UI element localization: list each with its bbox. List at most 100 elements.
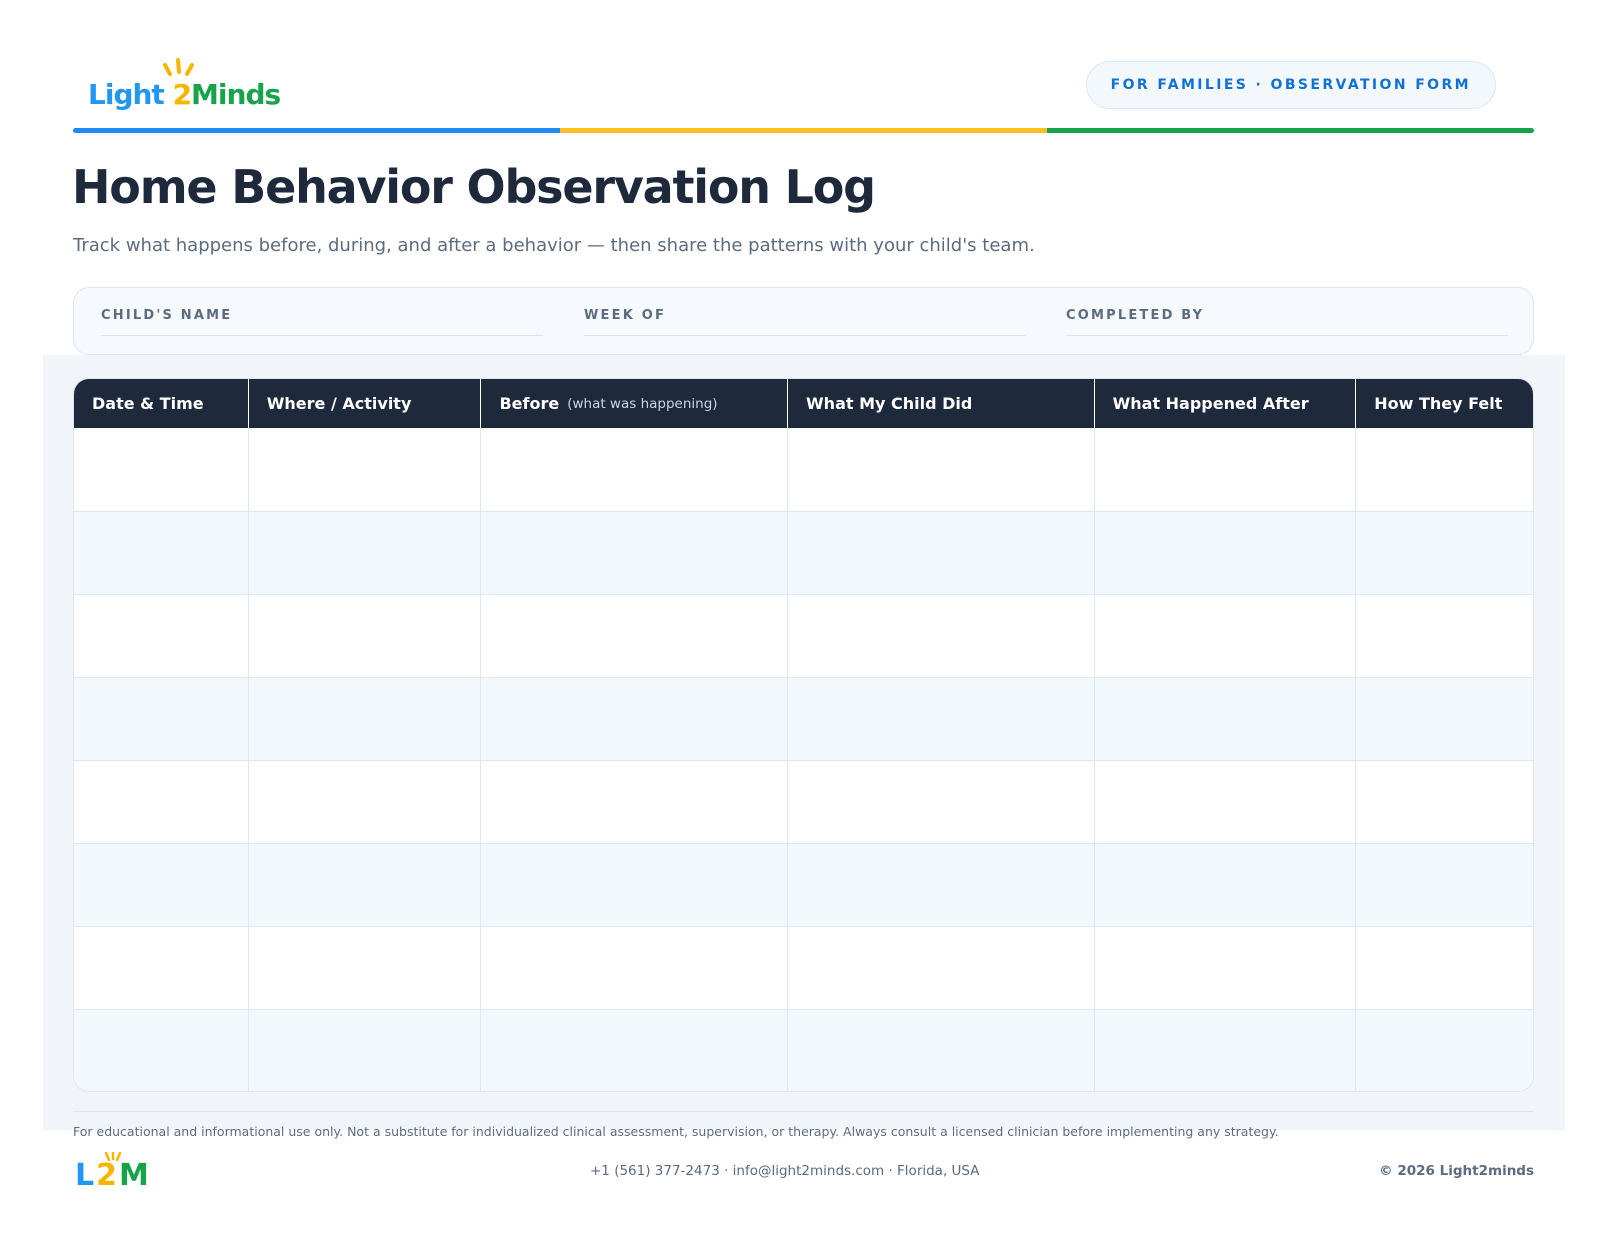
field-underline bbox=[1066, 335, 1508, 336]
field-underline bbox=[584, 335, 1026, 336]
table-cell[interactable] bbox=[788, 927, 1095, 1009]
table-row bbox=[74, 594, 1533, 677]
table-cell[interactable] bbox=[249, 761, 482, 843]
column-header-what-child-did: What My Child Did bbox=[788, 379, 1095, 428]
table-cell[interactable] bbox=[788, 761, 1095, 843]
column-header-label: Where / Activity bbox=[266, 394, 412, 413]
table-cell[interactable] bbox=[249, 428, 482, 511]
footer-logo-wordmark: L2M bbox=[75, 1158, 151, 1193]
table-cell[interactable] bbox=[249, 595, 482, 677]
logo-wordmark: Light 2Minds bbox=[88, 78, 281, 111]
week-of-field[interactable]: WEEK OF bbox=[584, 308, 1026, 336]
table-cell[interactable] bbox=[1095, 595, 1357, 677]
column-header-label: How They Felt bbox=[1374, 394, 1503, 413]
mini-logo-2: 2 bbox=[96, 1158, 119, 1193]
column-header-where-activity: Where / Activity bbox=[249, 379, 482, 428]
table-row bbox=[74, 760, 1533, 843]
stripe-blue bbox=[73, 128, 560, 133]
table-header: Date & Time Where / Activity Before (wha… bbox=[74, 379, 1533, 428]
column-header-label: What My Child Did bbox=[806, 394, 973, 413]
table-row bbox=[74, 677, 1533, 760]
table-cell[interactable] bbox=[1356, 595, 1533, 677]
table-cell[interactable] bbox=[481, 927, 789, 1009]
table-cell[interactable] bbox=[1095, 1010, 1357, 1091]
table-cell[interactable] bbox=[1356, 844, 1533, 926]
table-cell[interactable] bbox=[249, 512, 482, 594]
table-cell[interactable] bbox=[1095, 761, 1357, 843]
table-cell[interactable] bbox=[788, 678, 1095, 760]
form-type-badge: FOR FAMILIES · OBSERVATION FORM bbox=[1085, 61, 1496, 109]
table-cell[interactable] bbox=[788, 1010, 1095, 1091]
logo-two: 2 bbox=[172, 78, 193, 111]
completed-by-field[interactable]: COMPLETED BY bbox=[1066, 308, 1508, 336]
column-header-what-happened-after: What Happened After bbox=[1095, 379, 1357, 428]
table-cell[interactable] bbox=[788, 512, 1095, 594]
childs-name-field[interactable]: CHILD'S NAME bbox=[101, 308, 543, 336]
table-cell[interactable] bbox=[1356, 428, 1533, 511]
table-cell[interactable] bbox=[1095, 844, 1357, 926]
table-cell[interactable] bbox=[481, 1010, 789, 1091]
table-cell[interactable] bbox=[1356, 927, 1533, 1009]
table-cell[interactable] bbox=[74, 1010, 249, 1091]
brand-logo: Light 2Minds bbox=[88, 58, 288, 114]
footer-copyright: © 2026 Light2minds bbox=[1379, 1163, 1534, 1179]
table-row bbox=[74, 511, 1533, 594]
table-cell[interactable] bbox=[1095, 512, 1357, 594]
observation-form-page: Light 2Minds FOR FAMILIES · OBSERVATION … bbox=[0, 0, 1600, 1236]
column-header-before: Before (what was happening) bbox=[481, 379, 789, 428]
table-cell[interactable] bbox=[249, 844, 482, 926]
mini-logo-l: L bbox=[75, 1158, 97, 1193]
table-cell[interactable] bbox=[249, 927, 482, 1009]
table-cell[interactable] bbox=[481, 428, 789, 511]
brand-stripe bbox=[73, 128, 1534, 133]
table-cell[interactable] bbox=[249, 1010, 482, 1091]
table-cell[interactable] bbox=[74, 595, 249, 677]
field-underline bbox=[101, 335, 543, 336]
page-subtitle: Track what happens before, during, and a… bbox=[73, 235, 1035, 256]
table-row bbox=[74, 428, 1533, 511]
logo-minds: Minds bbox=[191, 78, 281, 111]
footer-logo: L2M bbox=[75, 1152, 155, 1193]
column-header-label: Date & Time bbox=[92, 394, 204, 413]
table-row bbox=[74, 843, 1533, 926]
table-cell[interactable] bbox=[74, 428, 249, 511]
table-cell[interactable] bbox=[481, 678, 789, 760]
column-header-how-they-felt: How They Felt bbox=[1356, 379, 1533, 428]
table-cell[interactable] bbox=[788, 595, 1095, 677]
table-cell[interactable] bbox=[74, 927, 249, 1009]
table-row bbox=[74, 1009, 1533, 1091]
column-header-label: What Happened After bbox=[1112, 394, 1309, 413]
table-cell[interactable] bbox=[481, 844, 789, 926]
table-body bbox=[74, 428, 1533, 1091]
field-label: COMPLETED BY bbox=[1066, 308, 1205, 323]
table-cell[interactable] bbox=[481, 595, 789, 677]
table-cell[interactable] bbox=[74, 844, 249, 926]
footer-divider bbox=[73, 1111, 1534, 1112]
table-cell[interactable] bbox=[1356, 1010, 1533, 1091]
stripe-green bbox=[1047, 128, 1534, 133]
mini-logo-m: M bbox=[119, 1158, 151, 1193]
table-cell[interactable] bbox=[74, 678, 249, 760]
info-fields-panel: CHILD'S NAME WEEK OF COMPLETED BY bbox=[73, 287, 1534, 355]
table-cell[interactable] bbox=[249, 678, 482, 760]
logo-light: Light bbox=[88, 78, 165, 111]
table-cell[interactable] bbox=[1095, 678, 1357, 760]
table-cell[interactable] bbox=[788, 428, 1095, 511]
table-cell[interactable] bbox=[1356, 761, 1533, 843]
table-cell[interactable] bbox=[74, 761, 249, 843]
field-label: WEEK OF bbox=[584, 308, 667, 323]
column-header-date-time: Date & Time bbox=[74, 379, 249, 428]
field-label: CHILD'S NAME bbox=[101, 308, 233, 323]
table-cell[interactable] bbox=[1095, 927, 1357, 1009]
table-cell[interactable] bbox=[481, 512, 789, 594]
column-header-hint: (what was happening) bbox=[567, 395, 718, 412]
table-cell[interactable] bbox=[788, 844, 1095, 926]
table-cell[interactable] bbox=[1356, 512, 1533, 594]
observation-table: Date & Time Where / Activity Before (wha… bbox=[73, 378, 1534, 1092]
column-header-label: Before bbox=[499, 394, 560, 413]
table-cell[interactable] bbox=[481, 761, 789, 843]
table-cell[interactable] bbox=[74, 512, 249, 594]
footer-disclaimer: For educational and informational use on… bbox=[73, 1124, 1279, 1139]
table-cell[interactable] bbox=[1095, 428, 1357, 511]
table-cell[interactable] bbox=[1356, 678, 1533, 760]
